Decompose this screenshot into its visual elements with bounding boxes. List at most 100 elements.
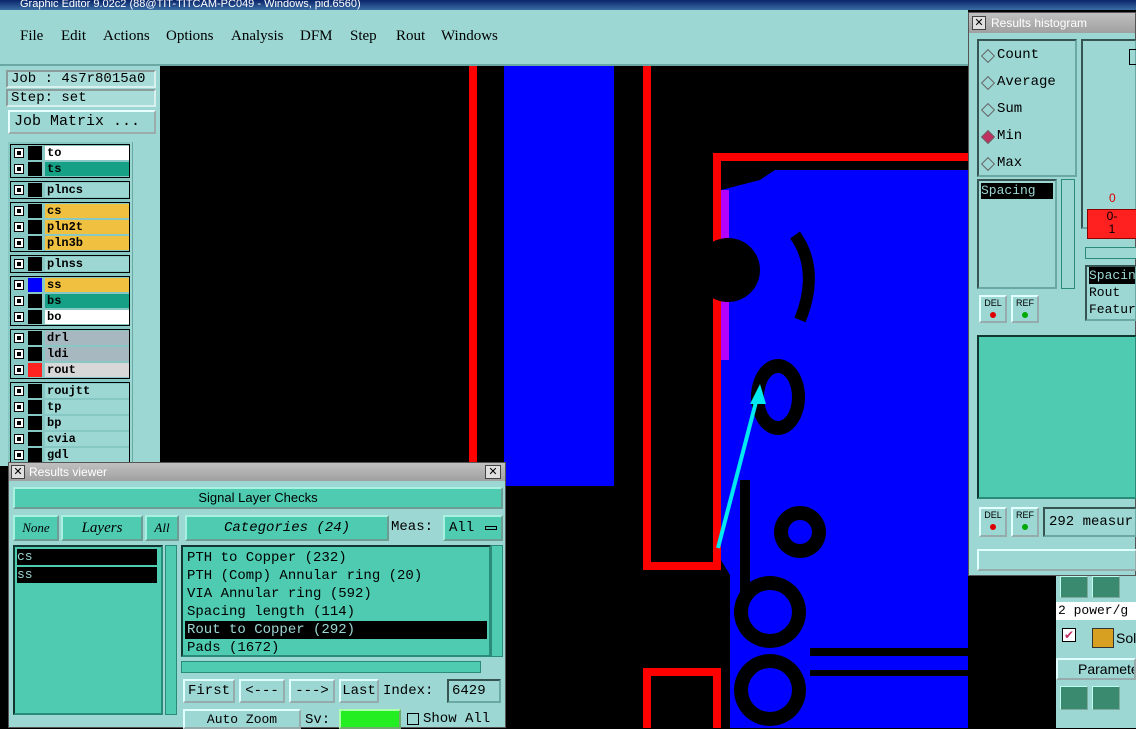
layer-color-swatch[interactable] [28, 294, 42, 308]
layer-row[interactable]: bs [11, 293, 129, 309]
histogram-footer-button[interactable] [977, 549, 1136, 571]
measure-type-list[interactable]: Spacing [977, 179, 1057, 289]
layer-color-swatch[interactable] [28, 310, 42, 324]
layer-color-swatch[interactable] [28, 416, 42, 430]
category-item[interactable]: Spacing length (114) [185, 603, 487, 621]
menu-file[interactable]: File [20, 28, 43, 45]
layer-row[interactable]: ldi [11, 346, 129, 362]
layer-checkbox[interactable] [14, 434, 24, 444]
layer-color-swatch[interactable] [28, 363, 42, 377]
all-button[interactable]: All [145, 515, 179, 541]
layer-row[interactable]: cvia [11, 431, 129, 447]
layer-row[interactable]: ss [11, 277, 129, 293]
layer-checkbox[interactable] [14, 238, 24, 248]
layer-list-scrollbar[interactable] [165, 545, 177, 715]
layer-color-swatch[interactable] [28, 236, 42, 250]
layer-checkbox[interactable] [14, 222, 24, 232]
result-layer-list[interactable]: cs ss [13, 545, 163, 715]
layer-checkbox[interactable] [14, 365, 24, 375]
layer-checkbox[interactable] [14, 296, 24, 306]
categories-hscrollbar[interactable] [181, 661, 481, 673]
results-viewer-titlebar[interactable]: ✕ Results viewer ✕ [9, 463, 505, 481]
layer-color-swatch[interactable] [28, 278, 42, 292]
layer-checkbox[interactable] [14, 206, 24, 216]
histogram-bin[interactable]: 0- 1 [1087, 209, 1136, 239]
sv-color-dropdown[interactable] [339, 709, 401, 729]
layer-row[interactable]: bo [11, 309, 129, 325]
layer-color-swatch[interactable] [28, 347, 42, 361]
ref-button-2[interactable]: REF [1011, 507, 1039, 537]
option-count[interactable]: Count [980, 47, 1039, 64]
layer-row[interactable]: pln3b [11, 235, 129, 251]
ref-button[interactable]: REF [1011, 295, 1039, 323]
category-item[interactable]: PTH to Copper (232) [185, 549, 487, 567]
none-button[interactable]: None [13, 515, 59, 541]
checkmark-icon[interactable]: ✔ [1062, 628, 1076, 642]
layer-checkbox[interactable] [14, 386, 24, 396]
show-all-checkbox[interactable] [407, 713, 419, 725]
meas-dropdown[interactable]: All [443, 515, 503, 541]
layer-checkbox[interactable] [14, 280, 24, 290]
category-item[interactable]: VIA Annular ring (592) [185, 585, 487, 603]
menu-analysis[interactable]: Analysis [231, 28, 284, 45]
layer-row[interactable]: plncs [11, 182, 129, 198]
menu-options[interactable]: Options [166, 28, 214, 45]
categories-button[interactable]: Categories (24) [185, 515, 389, 541]
auto-zoom-dropdown[interactable]: Auto Zoom [183, 709, 301, 729]
layer-row[interactable]: pln2t [11, 219, 129, 235]
layer-row[interactable]: plnss [11, 256, 129, 272]
menu-edit[interactable]: Edit [61, 28, 86, 45]
close-icon[interactable]: ✕ [485, 465, 501, 479]
layer-checkbox[interactable] [14, 312, 24, 322]
categories-list[interactable]: PTH to Copper (232) PTH (Comp) Annular ri… [181, 545, 491, 657]
layer-checkbox[interactable] [14, 349, 24, 359]
menu-windows[interactable]: Windows [441, 28, 498, 45]
layer-color-swatch[interactable] [28, 432, 42, 446]
layer-row[interactable]: cs [11, 203, 129, 219]
layer-row[interactable]: gdl [11, 447, 129, 463]
layer-checkbox[interactable] [14, 148, 24, 158]
layer-checkbox[interactable] [14, 164, 24, 174]
layer-checkbox[interactable] [14, 333, 24, 343]
layer-row[interactable]: drl [11, 330, 129, 346]
layer-color-swatch[interactable] [28, 183, 42, 197]
option-min[interactable]: Min [980, 128, 1022, 145]
tool-icon[interactable] [1092, 576, 1120, 598]
layer-color-swatch[interactable] [28, 384, 42, 398]
category-item[interactable]: PTH (Comp) Annular ring (20) [185, 567, 487, 585]
parameters-button[interactable]: Paramete [1056, 658, 1136, 680]
menu-actions[interactable]: Actions [103, 28, 150, 45]
option-sum[interactable]: Sum [980, 101, 1022, 118]
del-button[interactable]: DEL [979, 295, 1007, 323]
histogram-hscrollbar[interactable] [1085, 247, 1136, 259]
layer-row[interactable]: ts [11, 161, 129, 177]
layer-color-swatch[interactable] [28, 204, 42, 218]
tool-icon[interactable] [1060, 686, 1088, 710]
first-button[interactable]: First [183, 679, 235, 703]
list-item[interactable]: cs [17, 549, 157, 565]
categories-scrollbar[interactable] [491, 545, 503, 657]
layer-list-scrollbar[interactable] [132, 142, 156, 472]
menu-rout[interactable]: Rout [396, 28, 425, 45]
layer-color-swatch[interactable] [28, 448, 42, 462]
tool-icon[interactable] [1060, 576, 1088, 598]
layer-row[interactable]: bp [11, 415, 129, 431]
layer-checkbox[interactable] [14, 402, 24, 412]
result-detail-list[interactable]: Spacin Rout Featur [1085, 265, 1136, 321]
option-average[interactable]: Average [980, 74, 1056, 91]
layer-row[interactable]: tp [11, 399, 129, 415]
category-item[interactable]: Pads (1672) [185, 639, 487, 657]
layer-color-swatch[interactable] [28, 220, 42, 234]
tool-icon[interactable] [1092, 686, 1120, 710]
next-button[interactable]: ---> [289, 679, 335, 703]
layer-color-swatch[interactable] [28, 400, 42, 414]
layer-color-swatch[interactable] [28, 146, 42, 160]
index-input[interactable]: 6429 [447, 679, 501, 703]
layer-checkbox[interactable] [14, 259, 24, 269]
category-item[interactable]: Rout to Copper (292) [185, 621, 487, 639]
histogram-titlebar[interactable]: ✕ Results histogram [969, 13, 1135, 33]
power-ground-field[interactable]: 2 power/g [1056, 602, 1136, 620]
layer-color-swatch[interactable] [28, 331, 42, 345]
histogram-top-button[interactable] [1129, 49, 1136, 65]
job-matrix-button[interactable]: Job Matrix ... [8, 110, 156, 134]
